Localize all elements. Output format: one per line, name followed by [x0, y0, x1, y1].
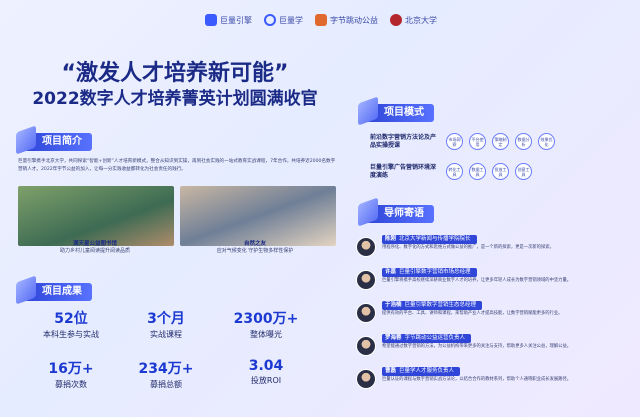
logo-juliang-engine: 巨量引擎 — [205, 14, 252, 26]
stat-label: 本科生参与实战 — [43, 330, 99, 339]
model-chip: 数据分析 — [515, 133, 532, 150]
juliang-engine-icon — [205, 14, 217, 26]
stat-value: 16万+ — [48, 361, 94, 377]
section-mentors-heading: 导师寄语 — [358, 197, 434, 227]
cube-icon — [358, 96, 378, 126]
logo-label: 巨量学 — [279, 15, 303, 25]
stat-value: 3.04 — [248, 358, 284, 374]
heading-label: 项目模式 — [384, 107, 424, 118]
logo-peking-university: 北京大学 — [390, 14, 437, 26]
results-stats: 52位本科生参与实战 3个月实战课程 2300万+ 整体曝光 16万+ 募捐次数 2… — [26, 308, 326, 408]
mentor-name: 罗海蓉 — [385, 335, 402, 341]
mentor-quote: 巨量引擎将携手高校继续深耕商业数字人才的培养，让更多年轻人成长为数字营销领域的中… — [382, 278, 572, 283]
stat-item: 16万+ 募捐次数 — [26, 358, 116, 390]
photo-title: 满天星公益图书馆 — [72, 241, 117, 247]
logo-label: 巨量引擎 — [220, 15, 252, 25]
mentor-quote: 希望能通过数字营销的方法，为公益机构带来更多的关注与支持，帮助更多人关注公益，理… — [382, 344, 572, 349]
model-chip: 数据工具 — [469, 163, 486, 180]
stat-label: 投放ROI — [250, 376, 282, 385]
mentor-title: 字节跳动公益运营负责人 — [404, 335, 466, 341]
avatar — [356, 237, 376, 257]
stat-value: 52位 — [54, 311, 88, 327]
avatar — [356, 369, 376, 389]
mentor-quote: 用程序化、数字化的方式和思维方式做公益的推广，是一个新的探索，更是一次新的探索。 — [382, 245, 554, 250]
avatar — [356, 303, 376, 323]
mentor-quote: 巨量认证的课程与数字营销实战方法论，以结合合作的教材系列，帮助个人通晓职业成长发… — [382, 377, 572, 382]
cube-icon — [16, 275, 36, 305]
logo-label: 字节跳动公益 — [330, 15, 378, 25]
logo-label: 北京大学 — [405, 15, 437, 25]
logo-bytedance-charity: 字节跳动公益 — [315, 14, 378, 26]
model-chip: 转化工具 — [446, 163, 463, 180]
mentor-title: 北京大学新闻与传播学院院长 — [399, 236, 471, 242]
section-model-heading: 项目模式 — [358, 96, 434, 126]
stat-label: 实战课程 — [150, 330, 182, 339]
section-results-heading: 项目成果 — [16, 275, 92, 305]
heading-label: 项目简介 — [42, 136, 82, 147]
sub-title: 2022数字人才培养菁英计划圆满收官 — [32, 89, 318, 109]
stat-item: 234万+ 募捐总额 — [121, 358, 211, 390]
intro-text: 巨量引擎携手北京大学，共同探索“智能+创新”人才培育新模式，整合从知识到实操，再… — [18, 159, 336, 172]
partner-logos: 巨量引擎 巨量学 字节跳动公益 北京大学 — [205, 10, 437, 30]
photo-caption: 应对气候变化 守护生物多样性保护 — [216, 248, 294, 254]
mentor-name: 许嘉 — [385, 269, 397, 275]
stat-value: 234万+ — [138, 361, 194, 377]
charity-icon — [315, 14, 327, 26]
stat-item: 3个月实战课程 — [121, 308, 211, 340]
stat-label: 募捐次数 — [55, 380, 87, 389]
mentor-title: 巨量引擎数字营销生态总经理 — [404, 302, 477, 308]
stat-label: 募捐总额 — [150, 380, 182, 389]
mentor-card: 于浩楠 巨量引擎数字营销生态总经理 提供有效的平台、工具、讲师和课程，来帮助产业人… — [356, 301, 624, 331]
mentor-name: 曹磊 — [385, 368, 397, 374]
avatar — [356, 270, 376, 290]
mentor-card: 陈刚 北京大学新闻与传播学院院长 用程序化、数字化的方式和思维方式做公益的推广，是… — [356, 235, 624, 265]
model-chip: 平台使用 — [469, 133, 486, 150]
model-chip: 策略制定 — [492, 133, 509, 150]
mentor-card: 罗海蓉 字节跳动公益运营负责人 希望能通过数字营销的方法，为公益机构带来更多的关注… — [356, 334, 624, 364]
model-chip: 创意工具 — [515, 163, 532, 180]
stat-value: 3个月 — [147, 311, 185, 327]
mentor-name: 陈刚 — [385, 236, 397, 242]
model-row-label: 前沿数字营销方法论及产品实操授课 — [370, 134, 437, 149]
heading-label: 导师寄语 — [384, 208, 424, 219]
photo-nature — [180, 186, 336, 246]
mentor-card: 许嘉 巨量引擎数字营销市场总经理 巨量引擎将携手高校继续深耕商业数字人才的培养，让… — [356, 268, 624, 298]
mentor-name-tag: 于浩楠 巨量引擎数字营销生态总经理 — [382, 301, 483, 310]
photo-library — [18, 186, 174, 246]
logo-juliang-xue: 巨量学 — [264, 14, 303, 26]
photo-title: 自然之友 — [243, 241, 266, 247]
stat-label: 整体曝光 — [250, 330, 282, 339]
mentor-name-tag: 许嘉 巨量引擎数字营销市场总经理 — [382, 268, 477, 277]
ring-icon — [264, 14, 276, 26]
photo-caption: 助力乡村儿童阅读提升阅读品质 — [59, 248, 130, 254]
pku-seal-icon — [390, 14, 402, 26]
mentor-quote: 提供有效的平台、工具、讲师和课程，来帮助产业人才提高技能，让数字营销赋能更多的行… — [382, 311, 563, 316]
mentor-title: 巨量引擎数字营销市场总经理 — [399, 269, 471, 275]
cube-icon — [16, 125, 36, 155]
model-chip: 效果优化 — [538, 133, 555, 150]
stat-item: 52位本科生参与实战 — [26, 308, 116, 340]
stat-value: 2300万+ — [233, 311, 299, 327]
mentor-card: 曹磊 巨量学人才服务负责人 巨量认证的课程与数字营销实战方法论，以结合合作的教材系… — [356, 367, 624, 397]
section-intro-heading: 项目简介 — [16, 125, 92, 155]
avatar — [356, 336, 376, 356]
mentor-name-tag: 曹磊 巨量学人才服务负责人 — [382, 367, 461, 376]
heading-label: 项目成果 — [42, 286, 82, 297]
mentor-name: 于浩楠 — [385, 302, 402, 308]
model-chip: 市场洞察 — [446, 133, 463, 150]
main-title: “激发人才培养新可能” — [61, 61, 289, 86]
mentor-title: 巨量学人才服务负责人 — [399, 368, 455, 374]
mentor-name-tag: 罗海蓉 字节跳动公益运营负责人 — [382, 334, 472, 343]
model-chip: 投放工具 — [492, 163, 509, 180]
cube-icon — [358, 197, 378, 227]
stat-item: 2300万+ 整体曝光 — [221, 308, 311, 340]
model-row-label: 巨量引擎广告营销环境深度演练 — [370, 164, 437, 179]
stat-item: 3.04 投放ROI — [221, 358, 311, 386]
mentor-name-tag: 陈刚 北京大学新闻与传播学院院长 — [382, 235, 477, 244]
